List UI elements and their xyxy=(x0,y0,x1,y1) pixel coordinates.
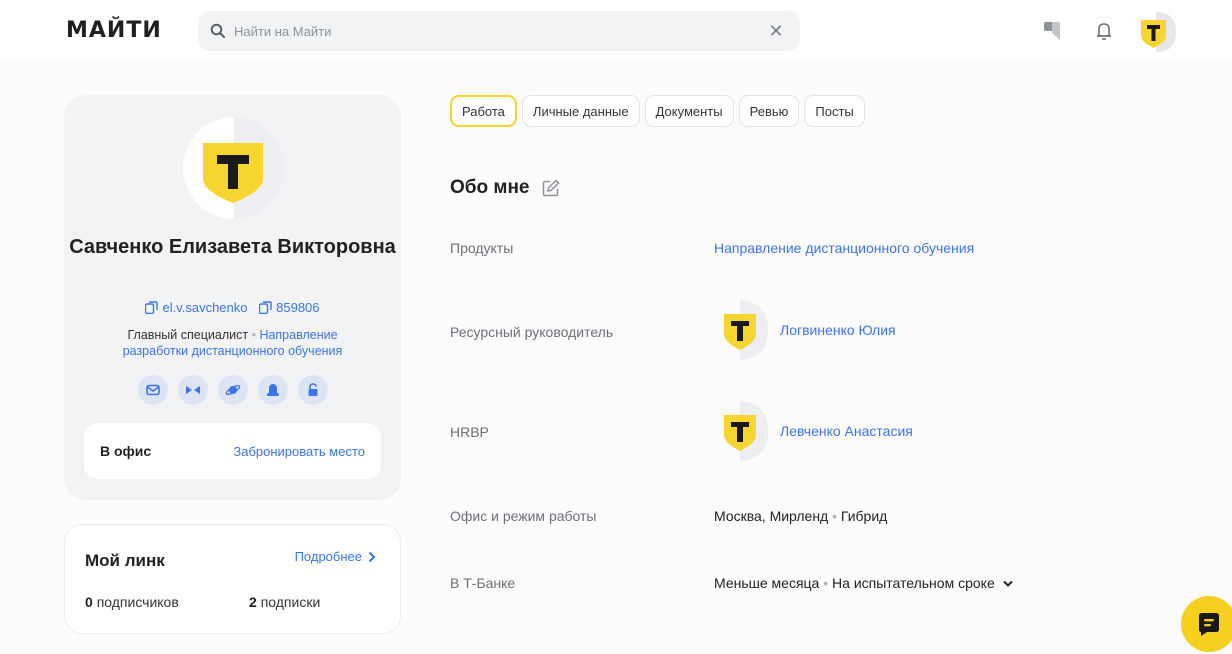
tenure-duration: Меньше месяца xyxy=(714,575,820,591)
office-mode-value: Москва, Мирленд • Гибрид xyxy=(714,508,887,524)
office-city: Москва, Мирленд xyxy=(714,508,829,524)
search-input[interactable] xyxy=(234,20,754,42)
my-link-card: Мой линк Подробнее 0 подписчиков 2 подпи… xyxy=(64,524,401,634)
book-seat-link[interactable]: Забронировать место xyxy=(233,444,365,459)
separator-dot: • xyxy=(251,328,256,342)
followers-count: 0 xyxy=(85,594,93,610)
manager-person[interactable]: Логвиненко Юлия xyxy=(722,300,896,360)
manager-label: Ресурсный руководитель xyxy=(450,324,614,340)
profile-avatar[interactable] xyxy=(183,117,285,219)
following-count: 2 xyxy=(249,594,257,610)
contact-buttons xyxy=(64,375,401,405)
tab-personal-data[interactable]: Личные данные xyxy=(521,95,640,127)
profile-tabs: Работа Личные данные Документы Ревью Пос… xyxy=(450,95,865,127)
login-text: el.v.savchenko xyxy=(162,300,248,315)
chat-icon xyxy=(1199,613,1219,636)
chevron-right-icon xyxy=(368,551,376,562)
tenure-label: В Т-Банке xyxy=(450,575,516,591)
profile-card: Савченко Елизавета Викторовна el.v.savch… xyxy=(64,95,401,500)
video-call-button[interactable] xyxy=(177,375,208,405)
chevron-down-icon[interactable] xyxy=(1002,580,1013,588)
access-button[interactable] xyxy=(297,375,328,405)
products-label: Продукты xyxy=(450,240,514,256)
tab-documents[interactable]: Документы xyxy=(644,95,734,127)
email-button[interactable] xyxy=(137,375,168,405)
followers-label: подписчиков xyxy=(96,594,179,610)
work-mode: Гибрид xyxy=(840,508,888,524)
hrbp-person[interactable]: Левченко Анастасия xyxy=(722,401,913,461)
link-stats: 0 подписчиков 2 подписки xyxy=(85,594,413,610)
about-title-text: Обо мне xyxy=(450,177,530,198)
top-header: МАЙТИ ✕ xyxy=(0,0,1232,62)
tab-posts[interactable]: Посты xyxy=(804,95,865,127)
office-booking-box: В офис Забронировать место xyxy=(84,423,381,479)
hrbp-name-link[interactable]: Левченко Анастасия xyxy=(780,423,913,439)
tab-review[interactable]: Ревью xyxy=(738,95,800,127)
profile-position: Главный специалист • Направление разрабо… xyxy=(104,327,361,359)
app-logo[interactable]: МАЙТИ xyxy=(66,18,162,43)
notifications-bell-icon[interactable] xyxy=(1092,19,1116,43)
office-label: В офис xyxy=(100,443,152,459)
separator-dot: • xyxy=(823,575,829,591)
edit-icon[interactable] xyxy=(542,179,560,197)
copy-tab-number-button[interactable]: 859806 xyxy=(259,300,320,315)
clear-search-icon[interactable]: ✕ xyxy=(766,21,786,41)
user-avatar[interactable] xyxy=(1136,12,1176,52)
office-mode-label: Офис и режим работы xyxy=(450,508,597,524)
support-chat-button[interactable] xyxy=(1181,596,1232,652)
copy-icon xyxy=(259,301,272,314)
chat-button[interactable] xyxy=(257,375,288,405)
more-link-label: Подробнее xyxy=(294,549,362,564)
tenure-status: На испытательном сроке xyxy=(832,575,995,591)
followers-stat[interactable]: 0 подписчиков xyxy=(85,594,249,610)
video-icon xyxy=(185,386,200,394)
my-link-title: Мой линк xyxy=(85,551,165,570)
tab-number-text: 859806 xyxy=(276,300,320,315)
following-stat[interactable]: 2 подписки xyxy=(249,594,413,610)
feed-icon[interactable] xyxy=(1040,19,1064,43)
profile-name: Савченко Елизавета Викторовна xyxy=(69,236,396,258)
manager-name-link[interactable]: Логвиненко Юлия xyxy=(780,322,896,338)
following-label: подписки xyxy=(260,594,321,610)
hrbp-avatar xyxy=(724,401,768,461)
search-bar[interactable]: ✕ xyxy=(198,11,800,51)
about-section-title: Обо мне xyxy=(450,177,560,199)
tenure-value[interactable]: Меньше месяца • На испытательном сроке xyxy=(714,575,1013,591)
copy-login-button[interactable]: el.v.savchenko xyxy=(145,300,248,315)
planet-icon xyxy=(225,385,240,395)
chat-bubble-icon xyxy=(266,384,279,396)
position-title: Главный специалист xyxy=(127,328,249,342)
more-link[interactable]: Подробнее xyxy=(295,549,376,564)
hrbp-label: HRBP xyxy=(450,424,489,440)
products-value-link[interactable]: Направление дистанционного обучения xyxy=(714,240,974,256)
mail-icon xyxy=(145,384,160,396)
search-icon xyxy=(210,23,226,39)
tab-work[interactable]: Работа xyxy=(450,95,517,127)
profile-identifiers: el.v.savchenko 859806 xyxy=(64,300,401,317)
copy-icon xyxy=(145,301,159,314)
separator-dot: • xyxy=(832,508,838,524)
messenger-button[interactable] xyxy=(217,375,248,405)
manager-avatar xyxy=(724,300,768,360)
unlock-icon xyxy=(308,383,317,396)
